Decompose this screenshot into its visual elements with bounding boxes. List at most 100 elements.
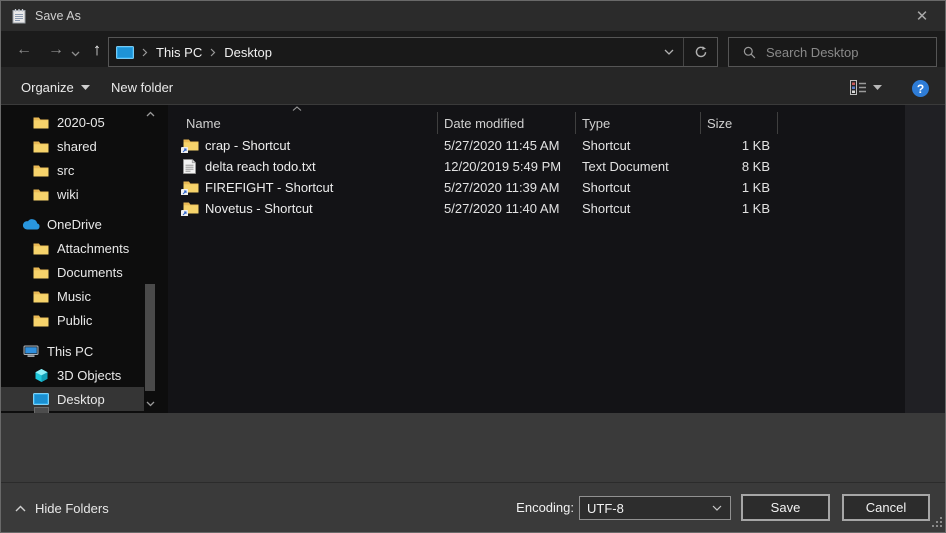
tree-item-wiki[interactable]: wiki <box>1 182 144 206</box>
file-type: Shortcut <box>576 180 701 195</box>
chevron-down-icon <box>81 85 90 90</box>
help-button[interactable]: ? <box>912 80 929 97</box>
sort-ascending-icon <box>292 106 302 111</box>
tree-scrollbar-thumb[interactable] <box>145 284 155 391</box>
folder-icon <box>32 290 50 303</box>
address-bar[interactable]: This PC Desktop <box>108 37 718 67</box>
tree-item-label: 2020-05 <box>57 115 105 130</box>
window-title: Save As <box>35 9 81 23</box>
tree-item-3d-objects[interactable]: 3D Objects <box>1 363 144 387</box>
desktop-icon <box>32 393 50 405</box>
file-rows: crap - Shortcut 5/27/2020 11:45 AM Short… <box>168 135 905 219</box>
tree-item-shared[interactable]: shared <box>1 134 144 158</box>
tree-item-src[interactable]: src <box>1 158 144 182</box>
column-headers: Name Date modified Type Size <box>168 112 905 134</box>
new-folder-label: New folder <box>111 80 173 95</box>
breadcrumb-desktop[interactable]: Desktop <box>224 45 272 60</box>
chevron-down-icon <box>704 505 730 511</box>
column-header-size[interactable]: Size <box>701 112 778 134</box>
file-type: Text Document <box>576 159 701 174</box>
save-button[interactable]: Save <box>741 494 830 521</box>
address-dropdown-icon[interactable] <box>654 38 684 66</box>
scroll-up-icon[interactable] <box>142 107 158 121</box>
tree-item-label: 3D Objects <box>57 368 121 383</box>
resize-grip[interactable] <box>932 517 942 527</box>
folder-tree: 2020-05 shared src wiki OneDrive Attachm… <box>1 105 168 413</box>
search-icon <box>743 46 756 59</box>
cube-icon <box>32 368 50 383</box>
onedrive-cloud-icon <box>22 218 40 230</box>
tree-item-desktop[interactable]: Desktop <box>1 387 144 411</box>
tree-item-label: shared <box>57 139 97 154</box>
search-input[interactable] <box>766 45 942 60</box>
tree-item-label: src <box>57 163 74 178</box>
tree-item-label: wiki <box>57 187 79 202</box>
tree-item-public[interactable]: Public <box>1 308 144 332</box>
cancel-button[interactable]: Cancel <box>842 494 930 521</box>
file-name: FIREFIGHT - Shortcut <box>205 180 333 195</box>
filename-panel: File name: Save as type: Text Documents … <box>1 413 945 482</box>
computer-icon <box>22 345 40 358</box>
column-header-name[interactable]: Name <box>168 112 438 134</box>
shortcut-arrow-overlay-icon <box>181 147 188 153</box>
file-row[interactable]: delta reach todo.txt 12/20/2019 5:49 PM … <box>168 156 905 177</box>
file-list-pane: Name Date modified Type Size crap - Shor… <box>168 105 946 413</box>
details-view-icon <box>850 80 867 95</box>
shortcut-arrow-overlay-icon <box>181 210 188 216</box>
tree-item-attachments[interactable]: Attachments <box>1 236 144 260</box>
tree-item-onedrive[interactable]: OneDrive <box>1 212 144 236</box>
file-name: Novetus - Shortcut <box>205 201 313 216</box>
file-list-scroll-track <box>905 105 946 413</box>
notepad-icon <box>11 8 27 24</box>
file-row[interactable]: crap - Shortcut 5/27/2020 11:45 AM Short… <box>168 135 905 156</box>
forward-button[interactable]: → <box>43 39 69 61</box>
view-mode-button[interactable] <box>850 80 882 95</box>
tree-item-label: Music <box>57 289 91 304</box>
new-folder-button[interactable]: New folder <box>111 77 173 97</box>
breadcrumb-this-pc[interactable]: This PC <box>156 45 202 60</box>
up-button[interactable]: ↑ <box>85 39 109 61</box>
search-box[interactable] <box>728 37 937 67</box>
breadcrumb-chevron-icon <box>142 48 148 57</box>
refresh-icon[interactable] <box>684 38 717 66</box>
file-date: 5/27/2020 11:40 AM <box>438 201 576 216</box>
tree-item-label: Attachments <box>57 241 129 256</box>
close-button[interactable]: ✕ <box>899 1 945 31</box>
file-row[interactable]: Novetus - Shortcut 5/27/2020 11:40 AM Sh… <box>168 198 905 219</box>
encoding-value: UTF-8 <box>580 501 704 516</box>
column-header-type[interactable]: Type <box>576 112 701 134</box>
tree-item-label: Desktop <box>57 392 105 407</box>
folder-icon <box>32 314 50 327</box>
chevron-up-icon <box>15 505 26 512</box>
shortcut-arrow-overlay-icon <box>181 189 188 195</box>
organize-button[interactable]: Organize <box>21 77 90 97</box>
breadcrumb-chevron-icon <box>210 48 216 57</box>
column-header-date-modified[interactable]: Date modified <box>438 112 576 134</box>
scroll-down-icon[interactable] <box>142 397 158 411</box>
file-size: 1 KB <box>701 201 778 216</box>
hide-folders-label: Hide Folders <box>35 501 109 516</box>
tree-item-this-pc[interactable]: This PC <box>1 339 144 363</box>
file-type: Shortcut <box>576 138 701 153</box>
file-date: 5/27/2020 11:39 AM <box>438 180 576 195</box>
folder-icon <box>32 188 50 201</box>
tree-item-music[interactable]: Music <box>1 284 144 308</box>
file-row[interactable]: FIREFIGHT - Shortcut 5/27/2020 11:39 AM … <box>168 177 905 198</box>
back-button[interactable]: ← <box>11 39 37 61</box>
title-bar: Save As ✕ <box>1 1 945 31</box>
folder-shortcut-icon <box>183 201 199 216</box>
folder-icon <box>32 116 50 129</box>
history-dropdown-icon[interactable] <box>67 43 83 65</box>
encoding-select[interactable]: UTF-8 <box>579 496 731 520</box>
folder-icon <box>32 266 50 279</box>
hide-folders-button[interactable]: Hide Folders <box>15 501 109 516</box>
file-date: 5/27/2020 11:45 AM <box>438 138 576 153</box>
tree-item-documents[interactable]: Documents <box>1 260 144 284</box>
folder-shortcut-icon <box>183 180 199 195</box>
file-name: crap - Shortcut <box>205 138 290 153</box>
tree-item-label: Public <box>57 313 92 328</box>
encoding-label: Encoding: <box>509 500 574 515</box>
this-pc-icon <box>116 46 134 59</box>
tree-item-2020-05[interactable]: 2020-05 <box>1 110 144 134</box>
file-size: 1 KB <box>701 138 778 153</box>
